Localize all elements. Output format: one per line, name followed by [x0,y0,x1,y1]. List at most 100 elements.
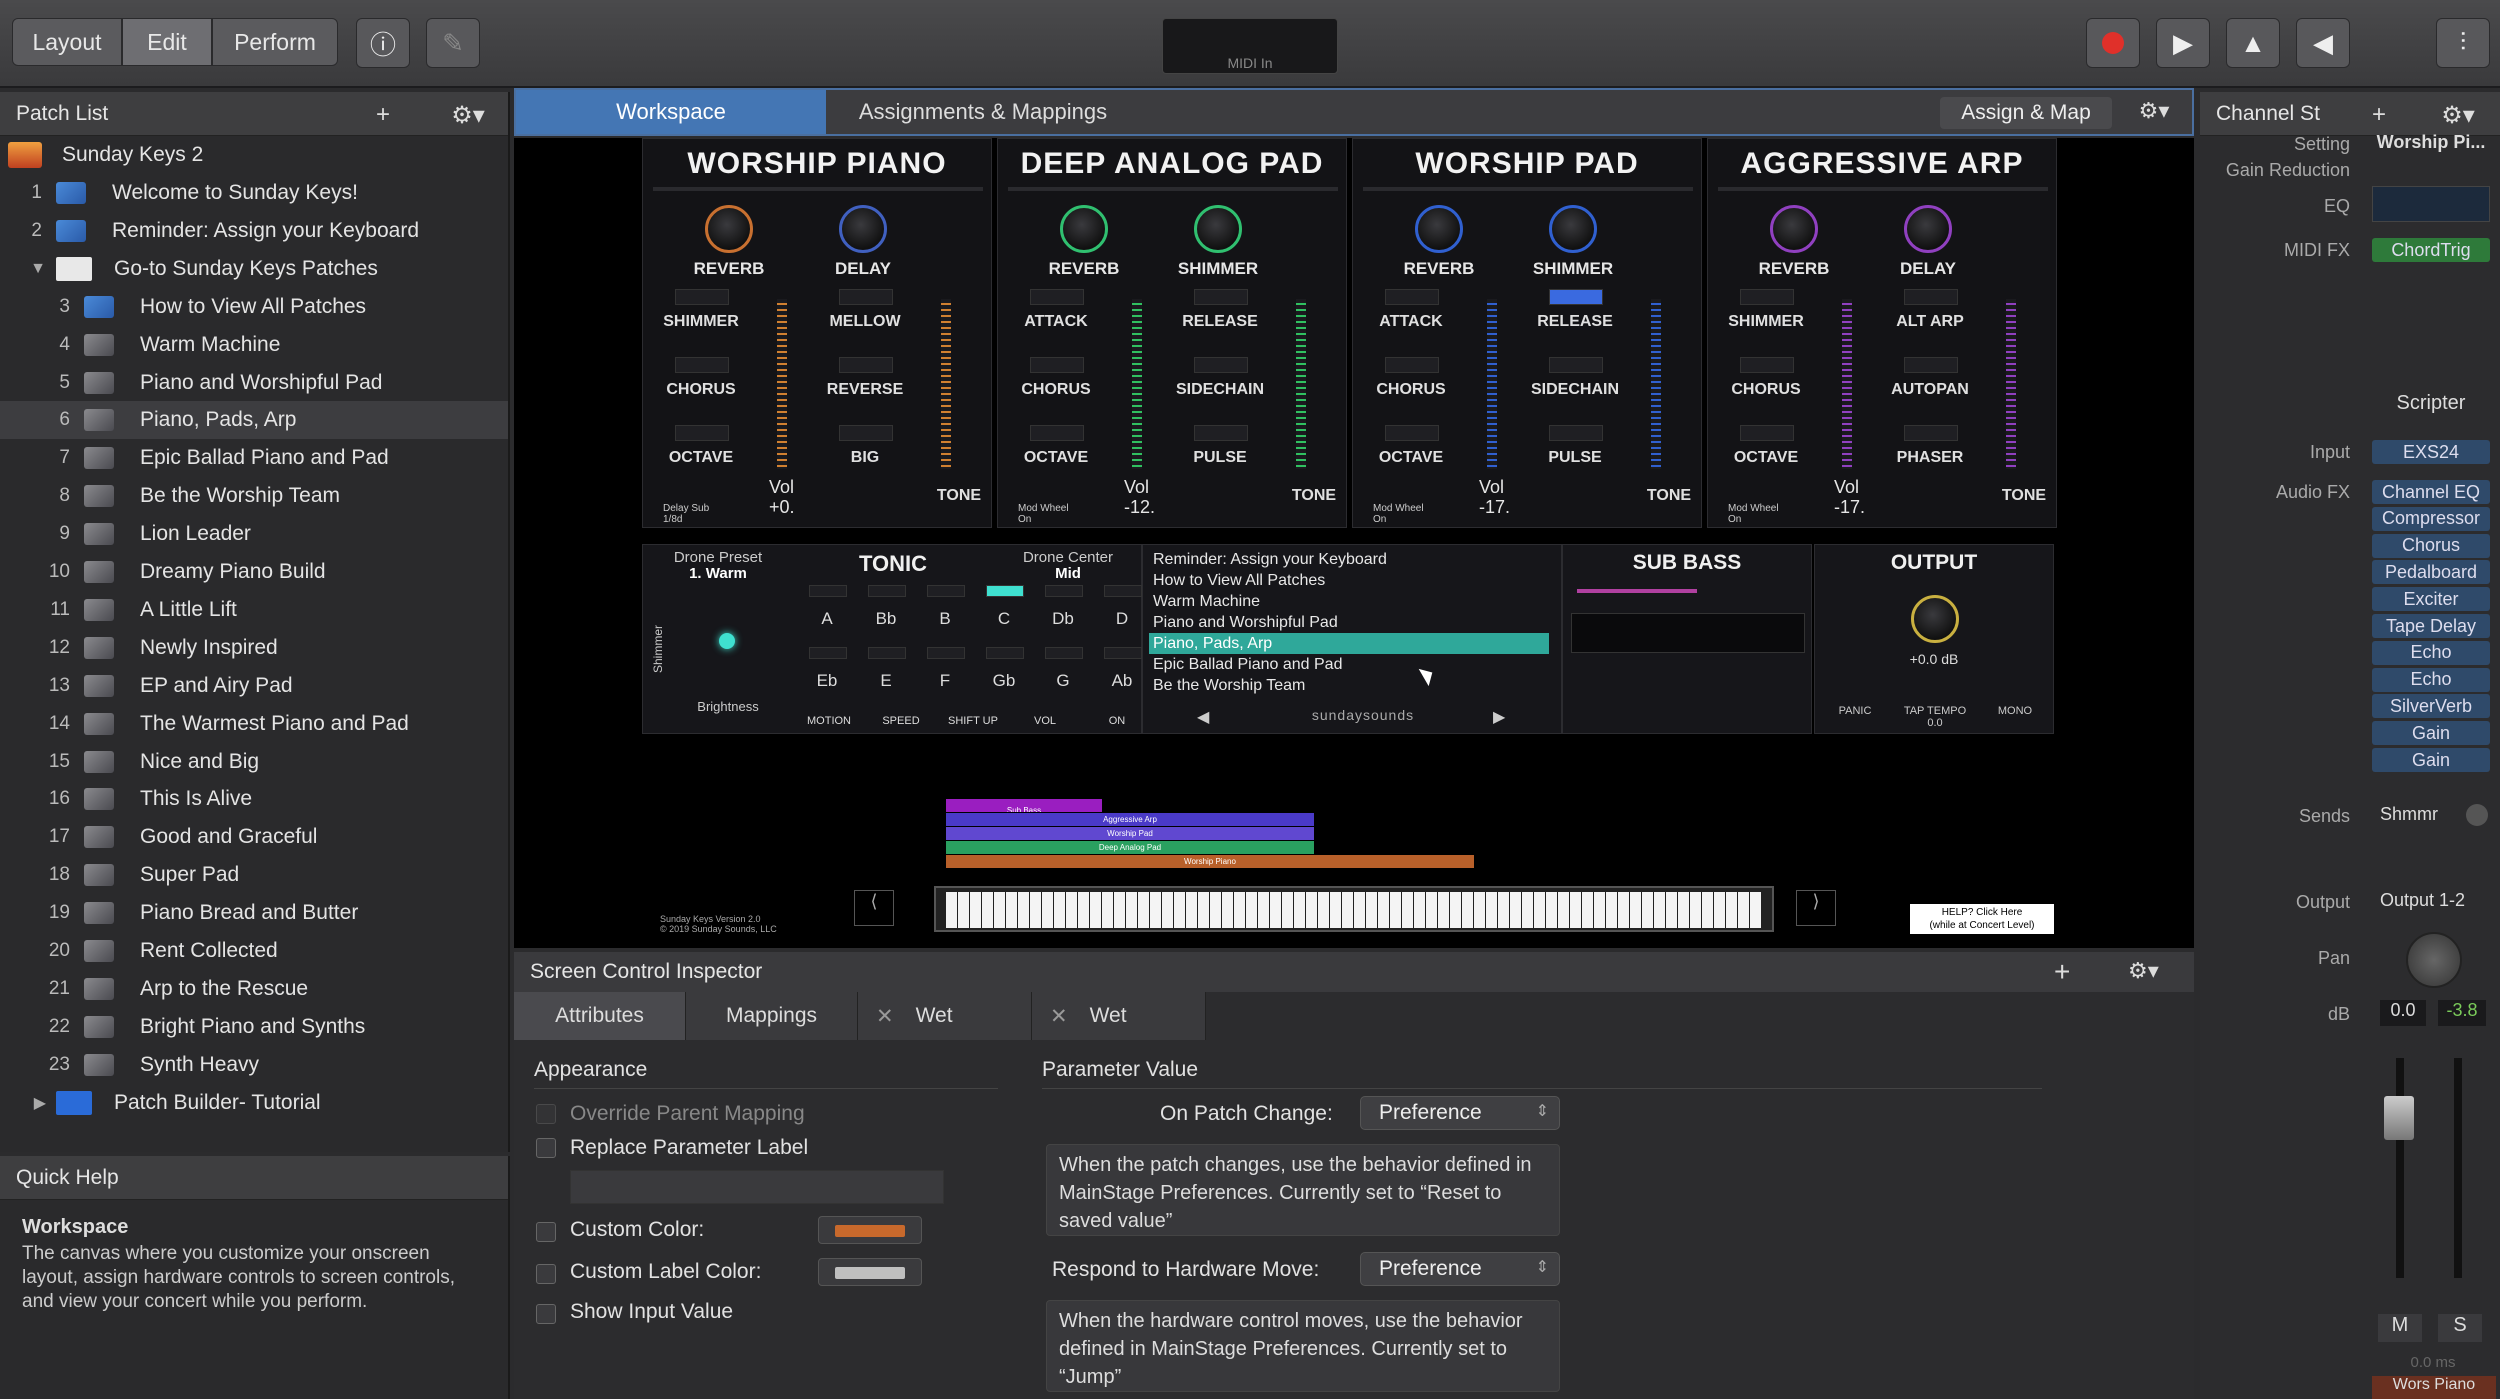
toggle-switch[interactable] [1904,425,1958,441]
perform-mode-button[interactable]: Perform [212,18,338,66]
patch-list-actions-button[interactable]: ⚙▾ [440,100,496,130]
toggle-switch[interactable] [839,357,893,373]
effect-knob[interactable] [1194,205,1242,253]
inspector-actions-button[interactable]: ⚙▾ [2128,958,2159,984]
note-toggle[interactable] [809,647,847,659]
note-button[interactable]: C [984,609,1024,629]
output-slot[interactable]: Output 1-2 [2380,890,2465,911]
audio-fx-slot[interactable]: Chorus [2372,533,2490,558]
mute-button[interactable]: M [2378,1314,2422,1342]
show-input-checkbox[interactable] [536,1304,556,1324]
custom-label-color-checkbox[interactable] [536,1264,556,1284]
layout-mode-button[interactable]: Layout [12,18,122,66]
override-checkbox[interactable] [536,1104,556,1124]
patch-row[interactable]: 9 Lion Leader [0,515,508,553]
note-toggle[interactable] [986,585,1024,597]
toggle-switch[interactable] [1030,289,1084,305]
tab-wet-2[interactable]: ✕ Wet [1032,992,1206,1040]
note-button[interactable]: Gb [984,671,1024,691]
eq-thumbnail[interactable] [2372,186,2490,222]
patch-row[interactable]: 4 Warm Machine [0,326,508,364]
tone-fader[interactable] [1651,299,1661,469]
patch-menu-item[interactable]: Be the Worship Team [1149,675,1549,696]
toggle-switch[interactable] [675,425,729,441]
custom-color-well[interactable] [818,1216,922,1244]
note-toggle[interactable] [868,647,906,659]
note-button[interactable]: E [866,671,906,691]
effect-knob[interactable] [1415,205,1463,253]
close-icon[interactable]: ✕ [876,1004,894,1029]
audio-fx-slot[interactable]: Exciter [2372,587,2490,612]
patch-row[interactable]: 6 Piano, Pads, Arp [0,401,508,440]
tone-fader[interactable] [2006,299,2016,469]
patch-row[interactable]: 12 Newly Inspired [0,629,508,667]
note-toggle[interactable] [1104,647,1142,659]
info-button[interactable]: ⓘ [356,18,410,68]
xy-pad-dot[interactable] [719,633,735,649]
workspace-actions-button[interactable]: ⚙▾ [2124,98,2184,128]
exs24-slot[interactable]: EXS24 [2372,440,2490,464]
patch-menu-item[interactable]: Epic Ballad Piano and Pad [1149,654,1549,675]
panic-button[interactable]: PANIC [1825,705,1885,717]
setting-value-button[interactable]: Worship Pi... [2368,132,2494,153]
effect-knob[interactable] [1549,205,1597,253]
volume-fader-handle[interactable] [2384,1096,2414,1140]
keyboard-layer-bar[interactable]: Worship Piano [946,854,1474,868]
prev-patch-arrow[interactable]: ◀ [1197,707,1209,727]
patch-row[interactable]: 8 Be the Worship Team [0,477,508,515]
send-slot[interactable]: Shmmr [2380,804,2438,825]
drone-preset-value[interactable]: 1. Warm [643,565,793,582]
toggle-switch[interactable] [839,425,893,441]
drone-center-value[interactable]: Mid [993,565,1143,582]
tone-fader[interactable] [1296,299,1306,469]
mono-button[interactable]: MONO [1985,705,2045,717]
toggle-switch[interactable] [1030,357,1084,373]
tone-fader[interactable] [941,299,951,469]
assign-map-button[interactable]: Assign & Map [1940,97,2112,129]
note-button[interactable]: F [925,671,965,691]
metronome-button[interactable]: ▲ [2226,18,2280,68]
solo-button[interactable]: S [2438,1314,2482,1342]
patch-row[interactable]: 20 Rent Collected [0,932,508,970]
volume-fader[interactable] [1132,299,1142,469]
toggle-switch[interactable] [1194,289,1248,305]
patch-row[interactable]: 23 Synth Heavy [0,1046,508,1084]
tap-tempo-button[interactable]: TAP TEMPO [1895,705,1975,717]
note-button[interactable]: Db [1043,609,1083,629]
toggle-switch[interactable] [1385,425,1439,441]
custom-label-color-well[interactable] [818,1258,922,1286]
patch-row[interactable]: 19 Piano Bread and Butter [0,894,508,932]
hardware-move-popup[interactable]: Preference ⇕ [1360,1252,1560,1286]
patch-menu-item[interactable]: How to View All Patches [1149,570,1549,591]
volume-fader[interactable] [1487,299,1497,469]
audio-fx-slot[interactable]: Gain [2372,748,2490,772]
patch-row[interactable]: 11 A Little Lift [0,591,508,629]
keyboard-right-icon[interactable]: ⟩ [1796,890,1836,926]
toggle-switch[interactable] [1549,357,1603,373]
custom-color-checkbox[interactable] [536,1222,556,1242]
keyboard-layer-bar[interactable]: Aggressive Arp [946,812,1314,826]
patch-menu-item[interactable]: Piano, Pads, Arp [1149,633,1549,654]
patch-row[interactable]: 13 EP and Airy Pad [0,667,508,705]
effect-knob[interactable] [705,205,753,253]
disclosure-triangle-icon[interactable]: ▼ [0,260,56,278]
help-link-button[interactable]: HELP? Click Here (while at Concert Level… [1910,904,2054,934]
patch-row[interactable]: 14 The Warmest Piano and Pad [0,705,508,743]
mixer-button[interactable]: ⫶ [2436,18,2490,68]
tab-mappings[interactable]: Mappings [686,992,858,1040]
note-toggle[interactable] [927,647,965,659]
patch-row[interactable]: 3 How to View All Patches [0,288,508,326]
note-toggle[interactable] [868,585,906,597]
toggle-switch[interactable] [1549,425,1603,441]
add-channel-button[interactable]: + [2364,100,2394,130]
effect-knob[interactable] [839,205,887,253]
audio-fx-slot[interactable]: Channel EQ [2372,480,2490,504]
toggle-switch[interactable] [675,357,729,373]
patch-row[interactable]: 15 Nice and Big [0,743,508,781]
parameter-label-field[interactable] [570,1170,944,1204]
patch-row[interactable]: ▼ Go-to Sunday Keys Patches [0,250,508,288]
patch-row[interactable]: 21 Arp to the Rescue [0,970,508,1008]
toggle-switch[interactable] [1740,289,1794,305]
toggle-switch[interactable] [1385,289,1439,305]
next-patch-arrow[interactable]: ▶ [1493,707,1505,727]
